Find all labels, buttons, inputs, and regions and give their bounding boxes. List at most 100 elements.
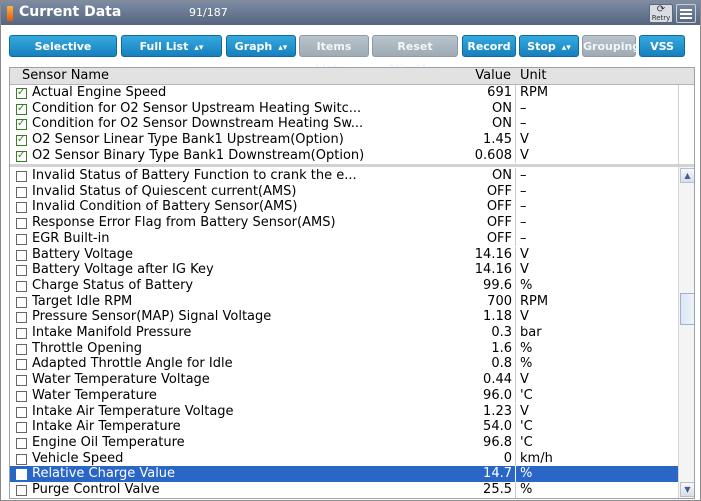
checkbox-icon[interactable] xyxy=(16,437,27,449)
vss-button[interactable]: VSS xyxy=(639,35,685,57)
grouping-label: Grouping xyxy=(583,40,641,53)
scroll-down-icon[interactable]: ▼ xyxy=(680,482,694,497)
sensor-unit: RPM xyxy=(520,293,549,309)
dropdown-arrows-icon: ▴▾ xyxy=(194,43,204,53)
sensor-unit: – xyxy=(520,168,527,183)
table-row[interactable]: Pressure Sensor(MAP) Signal Voltage 1.18 V xyxy=(10,309,678,325)
table-row[interactable]: Intake Air Temperature 54.0 'C xyxy=(10,419,678,435)
vss-label: VSS xyxy=(650,40,674,53)
table-row[interactable]: Charge Status of Battery 99.6% xyxy=(10,277,678,294)
checkbox-icon[interactable] xyxy=(16,485,27,496)
sensor-unit: V xyxy=(520,246,529,262)
items-list-dropdown[interactable]: Items List▴▾ xyxy=(299,35,369,75)
scroll-thumb[interactable] xyxy=(680,293,694,325)
table-row[interactable]: Vehicle Speed 0 km/h xyxy=(10,450,678,467)
table-row[interactable]: Intake Air Temperature Voltage 1.23 V xyxy=(10,403,678,420)
column-separator xyxy=(515,482,516,498)
sensor-name: Pressure Sensor(MAP) Signal Voltage xyxy=(32,309,272,325)
menu-icon[interactable] xyxy=(676,4,696,23)
table-row[interactable]: O2 Sensor Linear Type Bank1 Upstream(Opt… xyxy=(10,132,678,148)
scroll-up-icon[interactable]: ▲ xyxy=(680,168,694,183)
table-row[interactable]: Target Idle RPM 700 RPM xyxy=(10,293,678,310)
checkbox-checked-icon[interactable] xyxy=(16,101,27,116)
checkbox-icon[interactable] xyxy=(16,390,27,402)
column-separator xyxy=(515,387,516,404)
checkbox-checked-icon[interactable] xyxy=(16,116,27,132)
full-list-dropdown[interactable]: Full List ▴▾ xyxy=(121,35,222,57)
table-row[interactable]: Intake Manifold Pressure 0.3 bar xyxy=(10,325,678,341)
stop-dropdown[interactable]: Stop ▴▾ xyxy=(519,35,579,57)
table-row[interactable]: O2 Sensor Binary Type Bank1 Downstream(O… xyxy=(10,147,678,163)
table-row[interactable]: Engine Oil Temperature 96.8 'C xyxy=(10,434,678,451)
checkbox-icon[interactable] xyxy=(16,296,27,308)
column-separator xyxy=(515,100,516,117)
record-label: Record xyxy=(467,40,511,53)
table-row[interactable]: Relative Charge Value 14.7% xyxy=(10,466,678,482)
checkbox-icon[interactable] xyxy=(16,469,27,481)
column-separator xyxy=(515,277,516,294)
sensor-name: Actual Engine Speed xyxy=(32,85,167,100)
sensor-unit: 'C xyxy=(520,419,533,435)
column-separator xyxy=(515,230,516,247)
table-row[interactable]: Adapted Throttle Angle for Idle 0.8% xyxy=(10,356,678,373)
sensor-value: 54.0 xyxy=(483,419,512,435)
checkbox-icon[interactable] xyxy=(16,171,27,182)
table-row[interactable]: Invalid Status of Quiescent current(AMS)… xyxy=(10,183,678,200)
full-list-label: Full List xyxy=(139,40,189,53)
sensor-name: Battery Voltage after IG Key xyxy=(32,262,214,278)
record-button[interactable]: Record xyxy=(462,35,516,57)
grouping-button[interactable]: Grouping xyxy=(582,35,640,57)
checkbox-icon[interactable] xyxy=(16,280,27,292)
checkbox-icon[interactable] xyxy=(16,453,27,465)
checkbox-icon[interactable] xyxy=(16,343,27,355)
column-separator xyxy=(515,403,516,420)
sensor-name: O2 Sensor Linear Type Bank1 Upstream(Opt… xyxy=(32,132,344,148)
table-row[interactable]: Condition for O2 Sensor Downstream Heati… xyxy=(10,116,678,132)
checkbox-icon[interactable] xyxy=(16,265,27,277)
graph-dropdown[interactable]: Graph ▴▾ xyxy=(226,35,296,57)
sensor-value: 0.8 xyxy=(491,356,512,372)
table-row[interactable]: Throttle Opening 1.6% xyxy=(10,340,678,357)
table-row[interactable]: Battery Voltage after IG Key 14.16 V xyxy=(10,262,678,278)
table-row[interactable]: Water Temperature Voltage 0.44 V xyxy=(10,372,678,388)
sensor-value: OFF xyxy=(486,183,512,199)
table-row[interactable]: Response Error Flag from Battery Sensor(… xyxy=(10,215,678,231)
flag-icon xyxy=(7,6,13,21)
sensor-unit: V xyxy=(520,147,529,163)
column-separator xyxy=(515,372,516,388)
retry-button[interactable]: ⟳ Retry xyxy=(649,4,673,23)
checkbox-icon[interactable] xyxy=(16,249,27,261)
table-row[interactable]: Battery Voltage 14.16 V xyxy=(10,246,678,263)
checkbox-icon[interactable] xyxy=(16,406,27,418)
sensor-value: 14.16 xyxy=(474,262,512,278)
vertical-scrollbar[interactable]: ▲ ▼ xyxy=(678,167,694,498)
checkbox-icon[interactable] xyxy=(16,202,27,214)
table-row[interactable]: Actual Engine Speed 691 RPM xyxy=(10,85,678,101)
sensor-unit: 'C xyxy=(520,387,533,403)
sensor-unit: V xyxy=(520,403,529,419)
checkbox-icon[interactable] xyxy=(16,375,27,387)
table-row[interactable]: Purge Control Valve 25.5% xyxy=(10,482,678,498)
table-row[interactable]: EGR Built-in OFF – xyxy=(10,230,678,247)
sensor-value: 1.18 xyxy=(483,309,512,325)
table-row[interactable]: Water Temperature 96.0 'C xyxy=(10,387,678,404)
checkbox-icon[interactable] xyxy=(16,233,27,245)
checkbox-checked-icon[interactable] xyxy=(16,148,27,163)
checkbox-icon[interactable] xyxy=(16,186,27,198)
table-row[interactable]: Invalid Status of Battery Function to cr… xyxy=(10,168,678,184)
column-separator xyxy=(515,434,516,451)
table-row[interactable]: Condition for O2 Sensor Upstream Heating… xyxy=(10,100,678,117)
checkbox-icon[interactable] xyxy=(16,218,27,230)
selective-display-dropdown[interactable]: Selective Display▴▾ xyxy=(9,35,117,75)
checkbox-icon[interactable] xyxy=(16,312,27,324)
table-row[interactable]: Invalid Condition of Battery Sensor(AMS)… xyxy=(10,199,678,216)
sensor-name: Response Error Flag from Battery Sensor(… xyxy=(32,215,336,231)
checkbox-icon[interactable] xyxy=(16,328,27,339)
reset-min-max-button[interactable]: Reset Min.Max xyxy=(372,35,458,75)
checkbox-checked-icon[interactable] xyxy=(16,132,27,148)
checkbox-icon[interactable] xyxy=(16,359,27,371)
sensor-value: 1.45 xyxy=(483,132,512,148)
checkbox-checked-icon[interactable] xyxy=(16,85,27,101)
sensor-value: 0 xyxy=(503,450,512,466)
checkbox-icon[interactable] xyxy=(16,422,27,434)
